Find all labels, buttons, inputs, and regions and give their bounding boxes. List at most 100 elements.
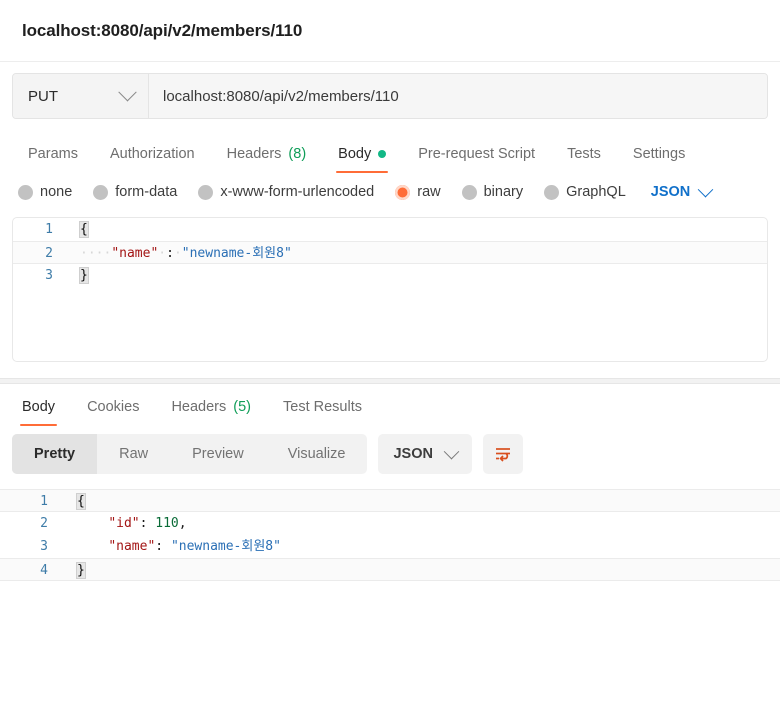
brace-open: {	[79, 221, 89, 238]
indent-dots: ····	[80, 246, 112, 261]
line-number: 3	[45, 268, 53, 283]
space-dot: ·	[158, 246, 167, 261]
response-view-pretty-label: Pretty	[34, 446, 76, 462]
code-line-active: 1 {	[0, 489, 780, 512]
response-view-visualize[interactable]: Visualize	[266, 434, 368, 474]
tab-params[interactable]: Params	[12, 146, 94, 173]
chevron-down-icon	[443, 443, 460, 459]
code-text: {	[65, 218, 89, 241]
tab-body[interactable]: Body	[322, 146, 402, 173]
response-view-visualize-label: Visualize	[287, 446, 346, 462]
response-view-preview[interactable]: Preview	[170, 434, 266, 474]
page-title: localhost:8080/api/v2/members/110	[22, 20, 303, 40]
body-type-form-data[interactable]: form-data	[93, 184, 177, 200]
tab-tests-label: Tests	[567, 146, 601, 162]
body-type-form-data-label: form-data	[115, 184, 178, 200]
code-line-active: 2 ····"name"·:·"newname-회원8"	[13, 241, 767, 264]
request-body-editor[interactable]: 1 { 2 ····"name"·:·"newname-회원8" 3 }	[12, 217, 768, 362]
radio-icon-binary	[461, 184, 477, 200]
tab-authorization[interactable]: Authorization	[94, 146, 211, 173]
body-type-urlencoded-label: x-www-form-urlencoded	[220, 184, 375, 200]
response-tab-body[interactable]: Body	[6, 399, 71, 426]
response-tab-headers-label: Headers	[171, 399, 227, 415]
body-format-label: JSON	[650, 184, 691, 200]
code-text: "name": "newname-회원8"	[62, 535, 281, 558]
body-type-none-label: none	[40, 184, 73, 200]
json-colon: :	[166, 246, 174, 261]
tab-settings[interactable]: Settings	[617, 146, 701, 173]
http-method-label: PUT	[28, 87, 58, 105]
json-value-id: 110	[155, 516, 179, 531]
tab-tests[interactable]: Tests	[551, 146, 617, 173]
request-tab-bar: Params Authorization Headers (8) Body Pr…	[0, 129, 780, 173]
response-tab-body-label: Body	[22, 399, 56, 415]
json-value-name: "newname-회원8"	[170, 539, 281, 554]
tab-pre-request-script[interactable]: Pre-request Script	[402, 146, 551, 173]
radio-icon-raw	[395, 184, 411, 200]
response-tab-test-results[interactable]: Test Results	[267, 399, 378, 426]
line-number: 4	[40, 563, 48, 578]
radio-icon-graphql	[544, 184, 560, 200]
code-text: "id": 110,	[62, 512, 187, 535]
body-type-binary[interactable]: binary	[461, 184, 524, 200]
tab-authorization-label: Authorization	[109, 146, 195, 162]
tab-pre-request-script-label: Pre-request Script	[418, 146, 536, 162]
json-colon: :	[139, 516, 156, 531]
word-wrap-toggle-button[interactable]	[482, 434, 523, 474]
request-url-input[interactable]: localhost:8080/api/v2/members/110	[149, 74, 767, 118]
code-text: ····"name"·:·"newname-회원8"	[65, 242, 292, 263]
body-type-urlencoded[interactable]: x-www-form-urlencoded	[198, 184, 374, 200]
body-type-selector: none form-data x-www-form-urlencoded raw…	[0, 173, 780, 213]
response-view-raw[interactable]: Raw	[97, 434, 170, 474]
json-key: "name"	[111, 246, 159, 261]
body-type-raw[interactable]: raw	[395, 184, 441, 200]
radio-icon-urlencoded	[198, 184, 214, 200]
response-tab-test-results-label: Test Results	[283, 399, 362, 415]
response-tab-cookies-label: Cookies	[87, 399, 140, 415]
response-view-pretty[interactable]: Pretty	[12, 434, 98, 474]
response-view-preview-label: Preview	[192, 446, 244, 462]
radio-icon-form-data	[93, 184, 109, 200]
json-value: "newname-회원8"	[181, 246, 292, 261]
word-wrap-icon	[495, 448, 510, 462]
body-type-raw-label: raw	[417, 184, 441, 200]
code-text: }	[65, 264, 89, 287]
body-type-graphql-label: GraphQL	[566, 184, 626, 200]
chevron-down-icon	[697, 181, 714, 197]
tab-settings-label: Settings	[632, 146, 686, 162]
line-number: 1	[45, 222, 53, 237]
tab-headers[interactable]: Headers (8)	[211, 146, 323, 173]
code-line: 3 "name": "newname-회원8"	[0, 535, 780, 558]
body-type-graphql[interactable]: GraphQL	[544, 184, 626, 200]
response-tab-headers[interactable]: Headers (5)	[155, 399, 267, 426]
tab-body-label: Body	[338, 146, 372, 162]
brace-open: {	[76, 493, 86, 510]
empty-area	[0, 683, 780, 702]
json-colon: :	[155, 539, 171, 554]
code-text: {	[62, 490, 86, 511]
tab-params-label: Params	[28, 146, 78, 162]
url-bar-container: PUT localhost:8080/api/v2/members/110	[0, 62, 780, 129]
response-tab-cookies[interactable]: Cookies	[71, 399, 155, 426]
request-body-code: 1 { 2 ····"name"·:·"newname-회원8" 3 }	[13, 218, 767, 287]
body-type-none[interactable]: none	[18, 184, 72, 200]
code-line: 1 {	[13, 218, 767, 241]
line-number: 2	[40, 516, 48, 531]
json-key-id: "id"	[108, 516, 140, 531]
response-view-raw-label: Raw	[119, 446, 149, 462]
response-tab-bar: Body Cookies Headers (5) Test Results	[0, 384, 780, 426]
json-key-name: "name"	[108, 539, 156, 554]
response-format-selector[interactable]: JSON	[378, 434, 472, 474]
brace-close: }	[79, 267, 89, 284]
body-type-binary-label: binary	[483, 184, 524, 200]
line-number: 3	[40, 539, 48, 554]
response-body-code: 1 { 2 "id": 110, 3 "name": "newname-회원8"…	[0, 489, 780, 581]
page-header: localhost:8080/api/v2/members/110	[0, 0, 780, 62]
body-format-selector[interactable]: JSON	[650, 181, 714, 200]
chevron-down-icon	[118, 82, 137, 101]
json-comma: ,	[178, 516, 187, 531]
response-body-viewer[interactable]: 1 { 2 "id": 110, 3 "name": "newname-회원8"…	[0, 483, 780, 683]
tab-headers-label: Headers	[226, 146, 282, 162]
line-number: 2	[45, 246, 53, 261]
http-method-selector[interactable]: PUT	[13, 74, 149, 118]
